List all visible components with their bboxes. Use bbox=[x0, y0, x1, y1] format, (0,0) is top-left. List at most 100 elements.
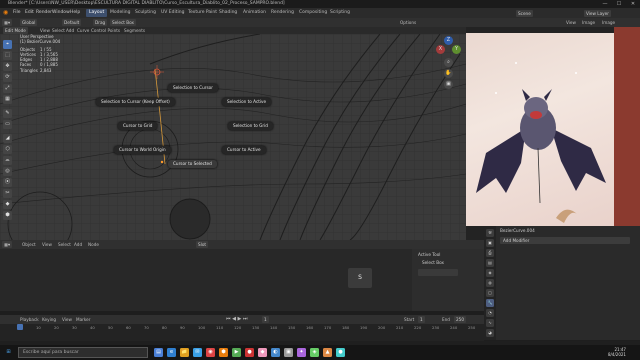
radius-tool-icon[interactable]: ◎ bbox=[3, 167, 12, 176]
world-tab-icon[interactable]: ◍ bbox=[486, 279, 494, 287]
pan-icon[interactable]: ✋ bbox=[444, 69, 453, 78]
menu-segments[interactable]: Segments bbox=[124, 28, 145, 33]
menu-select[interactable]: Select bbox=[52, 28, 65, 33]
view-layer-tab-icon[interactable]: ▤ bbox=[486, 259, 494, 267]
move-tool-icon[interactable]: ✥ bbox=[3, 62, 12, 71]
navigation-gizmo[interactable]: Z X Y ⌕ ✋ ▣ bbox=[436, 36, 462, 90]
workspace-tab-animation[interactable]: Animation bbox=[240, 9, 269, 17]
camera-icon[interactable]: ▣ bbox=[444, 80, 453, 89]
close-window-button[interactable]: ✕ bbox=[626, 0, 640, 8]
timeline-area[interactable]: 0102030405060708090100110120130140150160… bbox=[0, 324, 484, 341]
playhead[interactable] bbox=[17, 324, 23, 330]
scale-tool-icon[interactable]: ⤢ bbox=[3, 84, 12, 93]
taskbar-app-icon[interactable]: ▤ bbox=[154, 348, 163, 357]
menu-window[interactable]: Window bbox=[52, 10, 70, 15]
viewport-options[interactable]: Options bbox=[400, 20, 416, 25]
pie-cursor-to-active[interactable]: Cursor to Active bbox=[222, 146, 266, 154]
taskbar-clock[interactable]: 21:47 8/4/2021 bbox=[608, 347, 626, 357]
extrude-tool-icon[interactable]: ⬡ bbox=[3, 145, 12, 154]
menu-control-points[interactable]: Control Points bbox=[91, 28, 120, 33]
menu-object[interactable]: Object bbox=[22, 242, 36, 247]
image-menu-image-2[interactable]: Image bbox=[602, 20, 615, 25]
shrink-tool-icon[interactable]: ⬢ bbox=[3, 211, 12, 220]
transform-tool-icon[interactable]: ▦ bbox=[3, 95, 12, 104]
pie-cursor-to-grid[interactable]: Cursor to Grid bbox=[118, 122, 158, 130]
taskbar-app-icon[interactable]: ● bbox=[245, 348, 254, 357]
taskbar-app-icon[interactable]: ◆ bbox=[258, 348, 267, 357]
taskbar-app-icon[interactable]: e bbox=[167, 348, 176, 357]
object-tab-icon[interactable]: ▢ bbox=[486, 289, 494, 297]
axis-y-icon[interactable]: Y bbox=[452, 45, 461, 54]
axis-x-icon[interactable]: X bbox=[436, 45, 445, 54]
select-box-tool-icon[interactable]: ⬚ bbox=[3, 51, 12, 60]
select-box-dropdown[interactable]: Select Box bbox=[110, 19, 137, 26]
rotate-tool-icon[interactable]: ⟳ bbox=[3, 73, 12, 82]
workspace-tab-uv-editing[interactable]: UV Editing bbox=[158, 9, 187, 17]
measure-tool-icon[interactable]: ▭ bbox=[3, 120, 12, 129]
select-mode-buttons[interactable] bbox=[418, 269, 458, 276]
menu-curve[interactable]: Curve bbox=[77, 28, 89, 33]
scene-selector[interactable]: Scene bbox=[516, 9, 533, 17]
tool-tab-icon[interactable]: ⚒ bbox=[486, 229, 494, 237]
workspace-tab-sculpting[interactable]: Sculpting bbox=[132, 9, 159, 17]
taskbar-app-icon[interactable]: 📁 bbox=[180, 348, 189, 357]
current-frame-field[interactable]: 1 bbox=[262, 316, 269, 323]
taskbar-app-icon[interactable]: ✦ bbox=[297, 348, 306, 357]
material-tab-icon[interactable]: ◕ bbox=[486, 329, 494, 337]
3d-viewport[interactable]: Selection to Cursor Selection to Cursor … bbox=[0, 34, 466, 240]
scene-tab-icon[interactable]: ◈ bbox=[486, 269, 494, 277]
add-modifier-button[interactable]: Add Modifier bbox=[500, 237, 630, 244]
menu-playback[interactable]: Playback bbox=[20, 317, 39, 322]
slot-dropdown[interactable]: Slot bbox=[196, 241, 209, 248]
taskbar-app-icon[interactable]: ◐ bbox=[271, 348, 280, 357]
menu-add[interactable]: Add bbox=[66, 28, 74, 33]
pie-selection-to-grid[interactable]: Selection to Grid bbox=[228, 122, 273, 130]
menu-view[interactable]: View bbox=[40, 28, 50, 33]
menu-node[interactable]: Node bbox=[88, 242, 99, 247]
menu-edit[interactable]: Edit bbox=[25, 10, 34, 15]
zoom-icon[interactable]: ⌕ bbox=[444, 58, 453, 67]
taskbar-app-icon[interactable]: ▲ bbox=[323, 348, 332, 357]
menu-help[interactable]: Help bbox=[70, 10, 80, 15]
output-tab-icon[interactable]: ⎙ bbox=[486, 249, 494, 257]
edit-mode-dropdown[interactable]: Edit Mode bbox=[3, 27, 28, 34]
pie-selection-to-active[interactable]: Selection to Active bbox=[222, 98, 272, 106]
menu-marker[interactable]: Marker bbox=[76, 317, 90, 322]
start-button-icon[interactable]: ⊞ bbox=[4, 348, 13, 357]
randomize-tool-icon[interactable]: ◆ bbox=[3, 200, 12, 209]
editor-type-button[interactable]: ▦▾ bbox=[2, 19, 13, 26]
pie-selection-to-cursor[interactable]: Selection to Cursor bbox=[168, 84, 218, 92]
workspace-tab-shading[interactable]: Shading bbox=[216, 9, 240, 17]
draw-tool-icon[interactable]: ◢ bbox=[3, 134, 12, 143]
taskbar-app-icon[interactable]: ▶ bbox=[232, 348, 241, 357]
start-frame-field[interactable]: 1 bbox=[418, 316, 425, 323]
cursor-tool-icon[interactable]: ⌖ bbox=[3, 40, 12, 49]
editor-type-button-2[interactable]: ▦▾ bbox=[2, 241, 13, 248]
end-frame-field[interactable]: 250 bbox=[454, 316, 466, 323]
workspace-tab-compositing[interactable]: Compositing bbox=[296, 9, 330, 17]
taskbar-app-icon[interactable]: ✉ bbox=[193, 348, 202, 357]
annotate-tool-icon[interactable]: ✎ bbox=[3, 109, 12, 118]
pie-cursor-to-selected[interactable]: Cursor to Selected bbox=[168, 160, 217, 168]
axis-z-icon[interactable]: Z bbox=[444, 36, 453, 45]
maximize-button[interactable]: ☐ bbox=[612, 0, 626, 8]
render-tab-icon[interactable]: ▣ bbox=[486, 239, 494, 247]
menu-view-3[interactable]: View bbox=[62, 317, 72, 322]
taskbar-app-icon[interactable]: ⬢ bbox=[219, 348, 228, 357]
menu-keying[interactable]: Keying bbox=[42, 317, 56, 322]
workspace-tab-modeling[interactable]: Modeling bbox=[107, 9, 133, 17]
view-layer-selector[interactable]: View Layer bbox=[584, 9, 611, 17]
taskbar-app-icon[interactable]: ◉ bbox=[206, 348, 215, 357]
workspace-tab-texture-paint[interactable]: Texture Paint bbox=[185, 9, 220, 17]
curve-tool-icon[interactable]: ⌓ bbox=[3, 156, 12, 165]
menu-select-2[interactable]: Select bbox=[58, 242, 71, 247]
pie-cursor-to-world-origin[interactable]: Cursor to World Origin bbox=[114, 146, 171, 154]
drag-dropdown[interactable]: Drag bbox=[93, 19, 108, 26]
taskbar-app-icon[interactable]: ▣ bbox=[284, 348, 293, 357]
workspace-tab-rendering[interactable]: Rendering bbox=[268, 9, 297, 17]
playback-controls[interactable]: ⏮ ◀ ▶ ⏭ bbox=[226, 316, 247, 322]
taskbar-app-icon[interactable]: ● bbox=[336, 348, 345, 357]
modifier-tab-icon[interactable]: 🔧 bbox=[486, 299, 494, 307]
workspace-tab-layout[interactable]: Layout bbox=[86, 9, 108, 17]
menu-file[interactable]: File bbox=[13, 10, 21, 15]
